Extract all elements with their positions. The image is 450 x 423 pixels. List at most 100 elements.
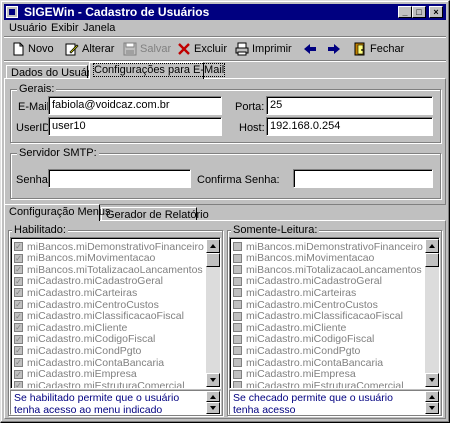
checkbox-icon[interactable]: [233, 253, 242, 263]
habilitado-hint: Se habilitado permite que o usuário tenh…: [10, 390, 221, 415]
somente-leitura-hint: Se checado permite que o usuário tenha a…: [229, 390, 440, 415]
new-document-icon: [11, 42, 25, 56]
checkbox-icon[interactable]: [233, 300, 242, 309]
checked-checkbox-icon[interactable]: ✓: [14, 358, 23, 367]
checkbox-icon[interactable]: [233, 323, 242, 333]
menu-usuario[interactable]: Usuário: [9, 22, 47, 34]
habilitado-hint-scroll-down[interactable]: [206, 402, 220, 414]
email-field[interactable]: fabiola@voidcaz.com.br: [48, 96, 222, 115]
checked-checkbox-icon[interactable]: ✓: [14, 253, 23, 263]
habilitado-scroll-up[interactable]: [206, 239, 220, 253]
checkbox-icon[interactable]: [233, 242, 242, 251]
habilitado-hint-scrollbar[interactable]: [206, 391, 220, 414]
smtp-legend: Servidor SMTP:: [17, 147, 99, 159]
checked-checkbox-icon[interactable]: ✓: [14, 369, 23, 379]
checked-checkbox-icon[interactable]: ✓: [14, 334, 23, 344]
gerais-legend: Gerais:: [17, 83, 57, 95]
checked-checkbox-icon[interactable]: ✓: [14, 381, 23, 388]
checked-checkbox-icon[interactable]: ✓: [14, 265, 23, 275]
novo-label: Novo: [28, 43, 54, 55]
checked-checkbox-icon[interactable]: ✓: [14, 311, 23, 321]
printer-icon: [235, 42, 249, 56]
checkbox-icon[interactable]: [233, 346, 242, 356]
host-label: Host:: [239, 122, 265, 134]
confirma-senha-field[interactable]: [293, 169, 433, 188]
menus-config-panel: Habilitado: ✓ miBancos.miDemonstrativoFin…: [4, 220, 446, 419]
salvar-button[interactable]: Salvar: [123, 39, 171, 59]
somente-leitura-hint-scroll-down[interactable]: [425, 402, 439, 414]
list-item[interactable]: ✓ miCadastro.miEstruturaComercial: [14, 379, 185, 389]
edit-document-icon: [65, 42, 79, 56]
somente-leitura-hint-scroll-up[interactable]: [425, 391, 439, 402]
checked-checkbox-icon[interactable]: ✓: [14, 276, 23, 286]
close-button[interactable]: ×: [429, 6, 443, 18]
somente-leitura-scroll-up[interactable]: [425, 239, 439, 253]
menu-janela[interactable]: Janela: [83, 22, 115, 34]
menu-bar: Usuário Exibir Janela: [5, 20, 445, 36]
somente-leitura-list[interactable]: miBancos.miDemonstrativoFinanceiro miBanc…: [229, 237, 440, 389]
fechar-label: Fechar: [370, 43, 405, 55]
email-config-panel: Gerais: E-Mail: fabiola@voidcaz.com.br P…: [4, 78, 446, 205]
checkbox-icon[interactable]: [233, 311, 242, 321]
excluir-label: Excluir: [194, 43, 228, 55]
checkbox-icon[interactable]: [233, 288, 242, 298]
tab-configuracoes-email[interactable]: Configurações para E-Mail: [89, 62, 226, 79]
novo-button[interactable]: Novo: [11, 39, 54, 59]
userid-field[interactable]: user10: [48, 117, 222, 136]
fechar-button[interactable]: Fechar: [353, 39, 404, 59]
habilitado-legend: Habilitado:: [12, 224, 68, 236]
checked-checkbox-icon[interactable]: ✓: [14, 346, 23, 356]
habilitado-hint-text: Se habilitado permite que o usuário tenh…: [14, 392, 180, 415]
previous-button[interactable]: [303, 39, 317, 59]
title-bar[interactable]: SIGEWin - Cadastro de Usuários _ □ ×: [4, 4, 446, 20]
checked-checkbox-icon[interactable]: ✓: [14, 300, 23, 309]
checked-checkbox-icon[interactable]: ✓: [14, 242, 23, 251]
confirma-senha-label: Confirma Senha:: [197, 174, 280, 186]
porta-field[interactable]: 25: [266, 96, 433, 115]
alterar-label: Alterar: [82, 43, 115, 55]
toolbar: Novo Alterar Salvar Excluir Imprimir Fec…: [5, 39, 445, 59]
somente-leitura-scrollbar[interactable]: [425, 239, 439, 387]
checked-checkbox-icon[interactable]: ✓: [14, 288, 23, 298]
checked-checkbox-icon[interactable]: ✓: [14, 323, 23, 333]
habilitado-list[interactable]: ✓ miBancos.miDemonstrativoFinanceiro ✓ miBa…: [10, 237, 221, 389]
app-icon[interactable]: [6, 6, 18, 18]
somente-leitura-hint-text: Se checado permite que o usuário tenha a…: [233, 392, 393, 415]
checkbox-icon[interactable]: [233, 369, 242, 379]
checkbox-icon[interactable]: [233, 358, 242, 367]
menu-exibir[interactable]: Exibir: [51, 22, 79, 34]
tab-configuracao-menus[interactable]: Configuração Menus: [4, 204, 111, 221]
arrow-right-icon: [327, 42, 341, 56]
delete-x-icon: [177, 42, 191, 56]
imprimir-label: Imprimir: [252, 43, 292, 55]
tab-configuracoes-email-label: Configurações para E-Mail: [92, 63, 226, 77]
imprimir-button[interactable]: Imprimir: [235, 39, 292, 59]
minimize-button[interactable]: _: [398, 6, 412, 18]
next-button[interactable]: [327, 39, 341, 59]
host-field[interactable]: 192.168.0.254: [266, 117, 433, 136]
toolbar-divider: [4, 60, 446, 62]
list-item-label: miCadastro.miEstruturaComercial: [246, 379, 404, 389]
habilitado-scroll-thumb[interactable]: [206, 253, 220, 267]
habilitado-scroll-down[interactable]: [206, 373, 220, 387]
somente-leitura-scroll-thumb[interactable]: [425, 253, 439, 267]
list-item-label: miCadastro.miEstruturaComercial: [27, 379, 185, 389]
checkbox-icon[interactable]: [233, 276, 242, 286]
checkbox-icon[interactable]: [233, 334, 242, 344]
habilitado-hint-scroll-up[interactable]: [206, 391, 220, 402]
checkbox-icon[interactable]: [233, 381, 242, 388]
checkbox-icon[interactable]: [233, 265, 242, 275]
menu-divider: [4, 36, 446, 38]
somente-leitura-hint-scrollbar[interactable]: [425, 391, 439, 414]
somente-leitura-legend: Somente-Leitura:: [231, 224, 320, 236]
alterar-button[interactable]: Alterar: [65, 39, 114, 59]
excluir-button[interactable]: Excluir: [177, 39, 227, 59]
maximize-button[interactable]: □: [412, 6, 426, 18]
senha-label: Senha:: [16, 174, 51, 186]
list-item[interactable]: miCadastro.miEstruturaComercial: [233, 379, 404, 389]
somente-leitura-scroll-down[interactable]: [425, 373, 439, 387]
save-disk-icon: [123, 42, 137, 56]
salvar-label: Salvar: [140, 43, 172, 55]
senha-field[interactable]: [48, 169, 191, 188]
habilitado-scrollbar[interactable]: [206, 239, 220, 387]
